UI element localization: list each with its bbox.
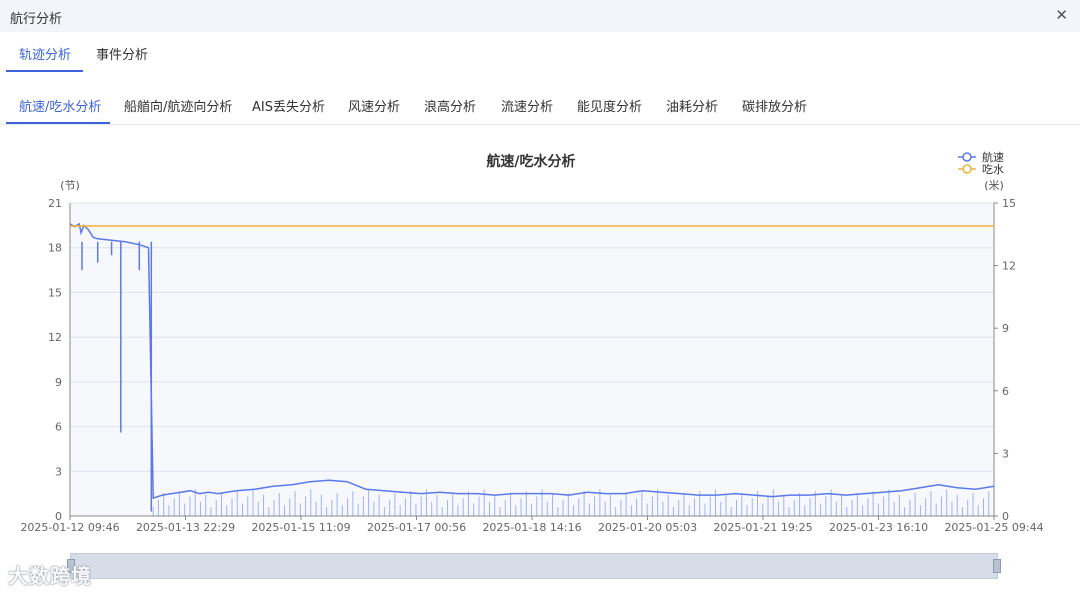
y-left-tick-label: 15 [48, 286, 62, 299]
y-right-unit: (米) [984, 179, 1004, 192]
close-icon[interactable]: ✕ [1055, 6, 1068, 24]
window-title: 航行分析 [10, 12, 63, 27]
y-left-tick-label: 9 [55, 376, 62, 389]
legend-marker [962, 152, 972, 162]
subtab-heading-course[interactable]: 船艏向/航迹向分析 [124, 96, 232, 115]
legend-label: 吃水 [982, 163, 1004, 176]
subtab-current-speed[interactable]: 流速分析 [501, 96, 553, 115]
y-right-tick-label: 3 [1002, 447, 1009, 460]
subtab-ais-loss[interactable]: AIS丢失分析 [252, 96, 325, 115]
x-tick-label: 2025-01-25 09:44 [944, 521, 1043, 534]
y-left-tick-label: 18 [48, 242, 62, 255]
watermark: 大数跨境 [8, 564, 92, 588]
tab-event-analysis[interactable]: 事件分析 [96, 44, 148, 63]
x-tick-label: 2025-01-15 11:09 [251, 521, 350, 534]
legend-marker [962, 164, 972, 174]
primary-tab-indicator [6, 70, 83, 72]
subtab-speed-draft[interactable]: 航速/吃水分析 [19, 96, 101, 115]
subtab-wave-height[interactable]: 浪高分析 [424, 96, 476, 115]
tab-trajectory-analysis[interactable]: 轨迹分析 [19, 44, 71, 63]
y-left-tick-label: 3 [55, 465, 62, 478]
chart-title: 航速/吃水分析 [486, 153, 575, 170]
x-tick-label: 2025-01-12 09:46 [20, 521, 119, 534]
secondary-tabs: 航速/吃水分析 船艏向/航迹向分析 AIS丢失分析 风速分析 浪高分析 流速分析… [0, 86, 1080, 125]
y-left-unit: (节) [60, 179, 80, 192]
window-titlebar: 航行分析 ✕ [0, 0, 1080, 32]
subtab-carbon[interactable]: 碳排放分析 [742, 96, 807, 115]
x-tick-label: 2025-01-21 19:25 [713, 521, 812, 534]
y-right-tick-label: 6 [1002, 385, 1009, 398]
subtab-fuel[interactable]: 油耗分析 [666, 96, 718, 115]
speed-draft-chart: 03691215182103691215(节) (米)2025-01-12 09:… [20, 150, 1043, 534]
subtab-visibility[interactable]: 能见度分析 [577, 96, 642, 115]
subtab-wind-speed[interactable]: 风速分析 [348, 96, 400, 115]
y-right-tick-label: 9 [1002, 322, 1009, 335]
y-left-tick-label: 12 [48, 331, 62, 344]
y-left-tick-label: 21 [48, 197, 62, 210]
y-left-tick-label: 6 [55, 421, 62, 434]
primary-tabs: 轨迹分析 事件分析 [0, 32, 1080, 72]
x-tick-label: 2025-01-20 05:03 [598, 521, 697, 534]
x-tick-label: 2025-01-13 22:29 [136, 521, 235, 534]
zoom-handle-right[interactable] [993, 559, 1001, 573]
x-tick-label: 2025-01-23 16:10 [829, 521, 928, 534]
data-zoom-slider[interactable] [67, 553, 1001, 579]
secondary-tab-indicator [6, 122, 110, 124]
y-right-tick-label: 15 [1002, 197, 1016, 210]
plot-area [70, 203, 994, 516]
legend-label: 航速 [982, 150, 1004, 164]
y-right-tick-label: 12 [1002, 260, 1016, 273]
x-tick-label: 2025-01-17 00:56 [367, 521, 466, 534]
x-tick-label: 2025-01-18 14:16 [482, 521, 581, 534]
